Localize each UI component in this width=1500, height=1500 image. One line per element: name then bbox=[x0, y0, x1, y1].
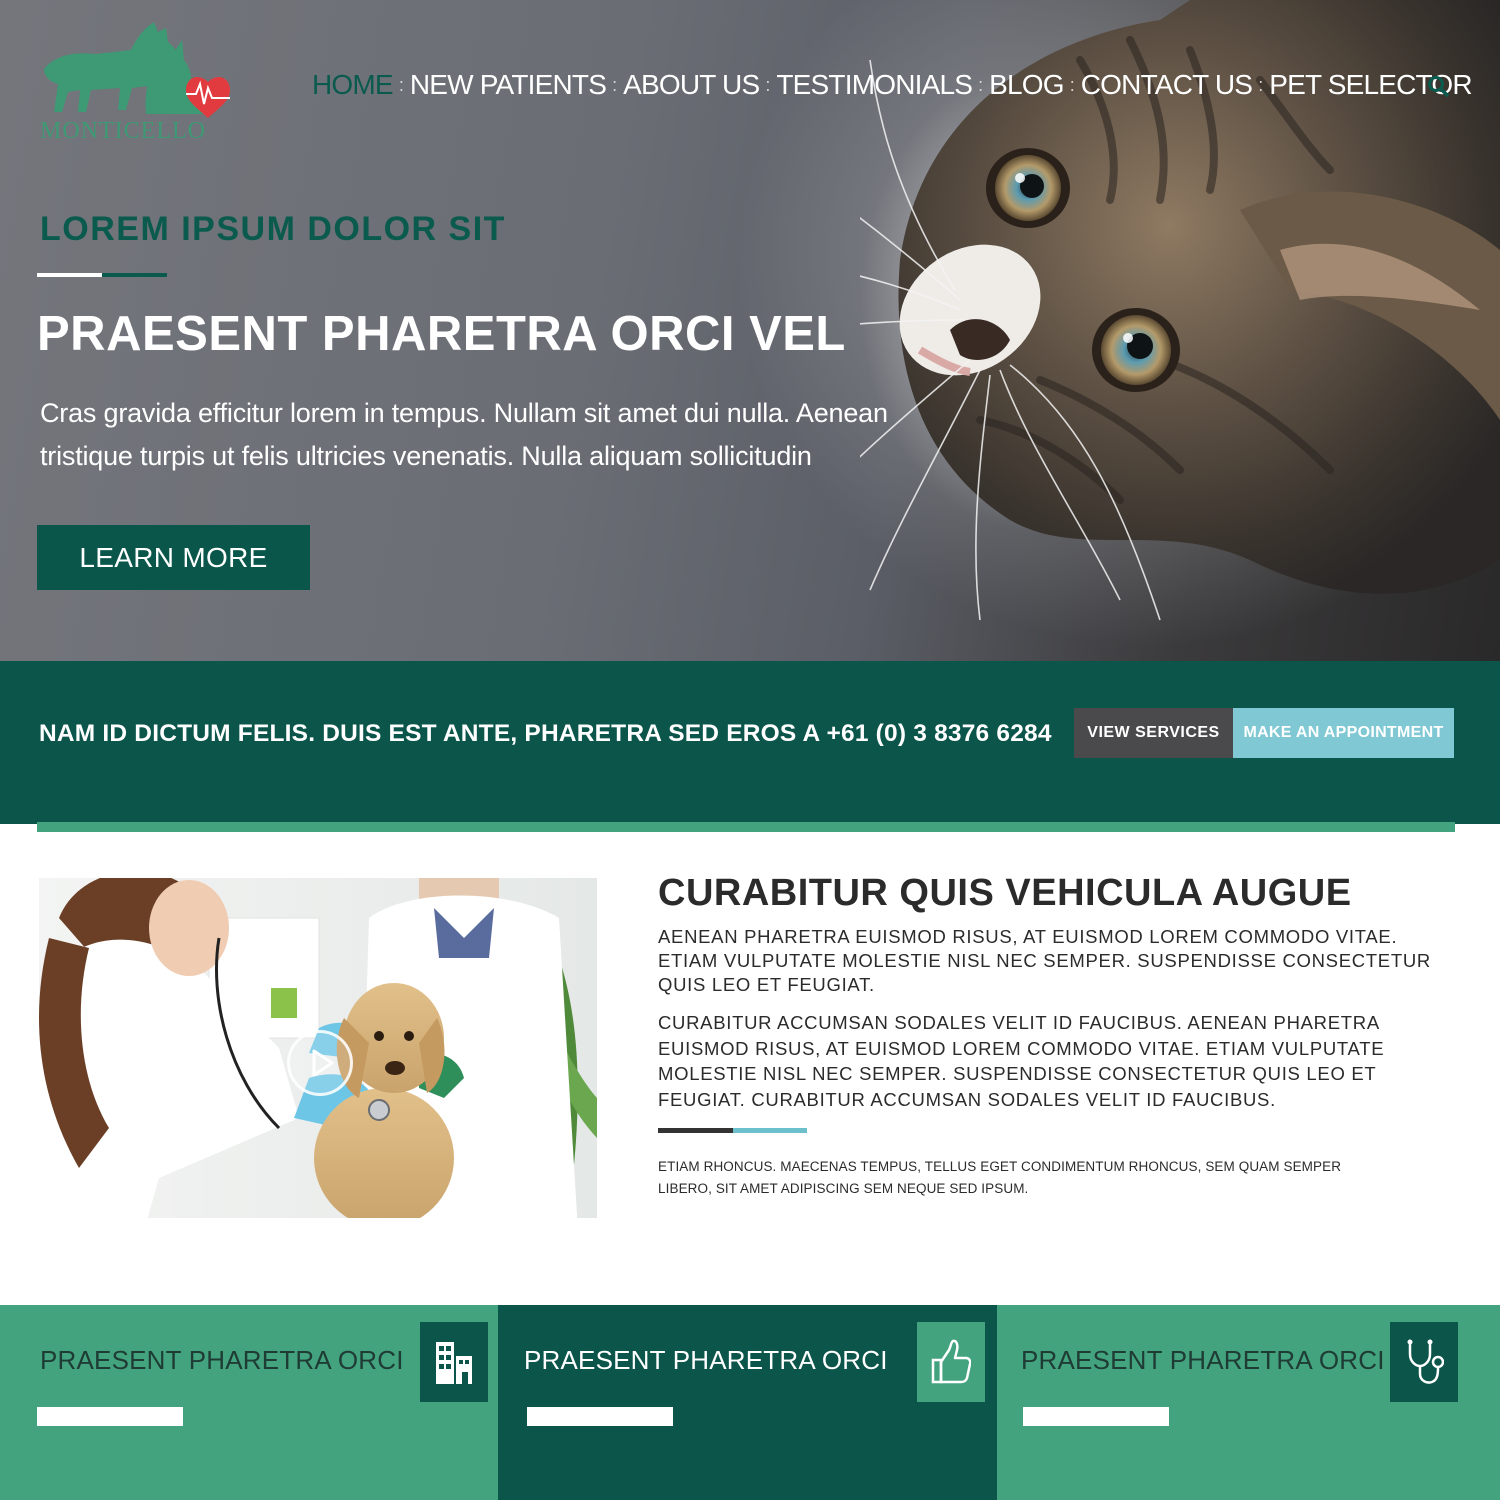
kicker-divider-light bbox=[37, 273, 102, 277]
nav-item-testimonials[interactable]: TESTIMONIALS bbox=[776, 69, 973, 101]
nav-separator: : bbox=[978, 74, 984, 95]
nav-item-blog[interactable]: BLOG bbox=[989, 69, 1064, 101]
feature-icon-box bbox=[1390, 1322, 1458, 1402]
feature-title: PRAESENT PHARETRA ORCI bbox=[524, 1345, 888, 1375]
feature-title: PRAESENT PHARETRA ORCI bbox=[40, 1345, 404, 1375]
section-divider bbox=[37, 822, 1455, 832]
stethoscope-icon bbox=[1407, 1339, 1444, 1384]
video-play-button[interactable] bbox=[287, 1030, 353, 1096]
feature-title: PRAESENT PHARETRA ORCI bbox=[1021, 1345, 1385, 1375]
about-divider-dark bbox=[658, 1128, 733, 1133]
kicker-divider-dark bbox=[102, 273, 167, 277]
brand-name: MONTICELLO bbox=[40, 118, 206, 144]
nav-separator: : bbox=[1258, 74, 1264, 95]
feature-bar bbox=[37, 1407, 183, 1426]
feature-bar bbox=[527, 1407, 673, 1426]
feature-icon-box bbox=[420, 1322, 488, 1402]
nav-item-contact-us[interactable]: CONTACT US bbox=[1081, 69, 1253, 101]
nav-separator: : bbox=[1069, 74, 1075, 95]
play-icon bbox=[312, 1049, 334, 1077]
feature-tile-1[interactable]: PRAESENT PHARETRA ORCI bbox=[0, 1305, 498, 1500]
feature-bar bbox=[1023, 1407, 1169, 1426]
make-appointment-button[interactable]: MAKE AN APPOINTMENT bbox=[1233, 708, 1454, 758]
search-icon[interactable] bbox=[1426, 74, 1450, 98]
nav-item-home[interactable]: HOME bbox=[312, 69, 394, 101]
hero-kicker: LOREM IPSUM DOLOR SIT bbox=[40, 210, 506, 248]
nav-item-new-patients[interactable]: NEW PATIENTS bbox=[410, 69, 607, 101]
nav-separator: : bbox=[612, 74, 618, 95]
about-paragraph-2: CURABITUR ACCUMSAN SODALES VELIT ID FAUC… bbox=[658, 1012, 1385, 1110]
nav-separator: : bbox=[765, 74, 771, 95]
building-icon bbox=[436, 1342, 472, 1384]
feature-tile-2[interactable]: PRAESENT PHARETRA ORCI bbox=[498, 1305, 997, 1500]
hero-title: PRAESENT PHARETRA ORCI VEL bbox=[37, 307, 846, 361]
nav-item-about-us[interactable]: ABOUT US bbox=[623, 69, 760, 101]
about-note: ETIAM RHONCUS. MAECENAS TEMPUS, TELLUS E… bbox=[658, 1159, 1342, 1196]
about-paragraph-1: AENEAN PHARETRA EUISMOD RISUS, AT EUISMO… bbox=[658, 926, 1431, 995]
about-divider-blue bbox=[733, 1128, 807, 1133]
about-title: CURABITUR QUIS VEHICULA AUGUE bbox=[658, 872, 1352, 914]
learn-more-button[interactable]: LEARN MORE bbox=[37, 525, 310, 590]
thumbs-up-icon bbox=[931, 1339, 971, 1384]
hero-banner: MONTICELLO HOME : NEW PATIENTS : ABOUT U… bbox=[0, 0, 1500, 661]
feature-tile-3[interactable]: PRAESENT PHARETRA ORCI bbox=[997, 1305, 1500, 1500]
feature-icon-box bbox=[917, 1322, 985, 1402]
main-navigation: HOME : NEW PATIENTS : ABOUT US : TESTIMO… bbox=[312, 66, 1473, 104]
nav-separator: : bbox=[398, 74, 404, 95]
contact-band-text: NAM ID DICTUM FELIS. DUIS EST ANTE, PHAR… bbox=[39, 720, 1052, 747]
contact-band: NAM ID DICTUM FELIS. DUIS EST ANTE, PHAR… bbox=[0, 661, 1500, 824]
view-services-button[interactable]: VIEW SERVICES bbox=[1074, 708, 1233, 758]
hero-description: Cras gravida efficitur lorem in tempus. … bbox=[40, 398, 888, 471]
